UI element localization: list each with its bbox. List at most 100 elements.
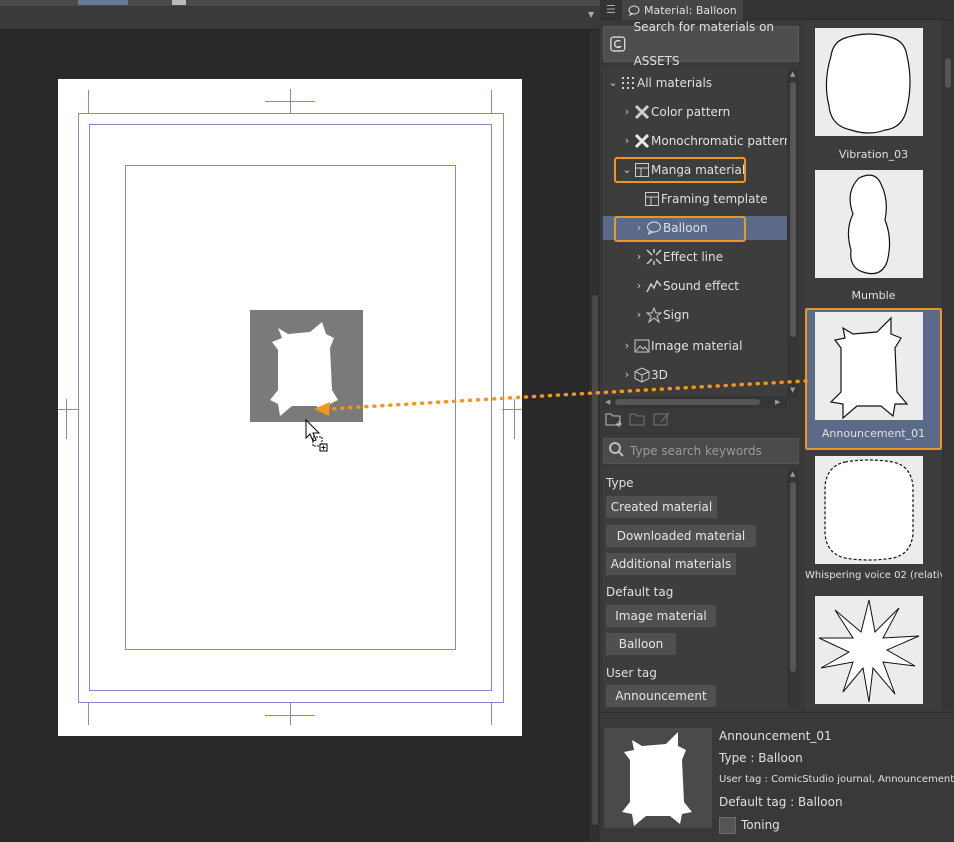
tree-item-label: Effect line [663, 250, 724, 264]
tree-item-label: Framing template [661, 192, 768, 206]
announcement-balloon-icon [270, 322, 338, 416]
detail-default-tag: Default tag : Balloon [719, 795, 843, 809]
search-input[interactable] [630, 444, 795, 458]
delete-folder-icon[interactable] [629, 411, 647, 431]
chevron-down-icon[interactable]: ▼ [588, 10, 594, 19]
canvas-scrollbar[interactable] [588, 30, 600, 842]
scroll-down-icon[interactable]: ▼ [790, 386, 795, 394]
tree-item-label: Monochromatic pattern [651, 134, 792, 148]
tree-item-label: Image material [651, 339, 743, 353]
toning-label: Toning [741, 818, 780, 832]
chevron-right-icon[interactable]: › [633, 274, 645, 298]
material-thumbnail [815, 28, 923, 136]
sign-icon [645, 307, 663, 323]
material-thumbnail [815, 170, 923, 278]
tag-downloaded-material[interactable]: Downloaded material [606, 525, 756, 547]
crop-mark [290, 703, 291, 725]
tag-announcement[interactable]: Announcement [606, 685, 716, 707]
material-tree: ⌄ All materials › Color pattern › Monoch… [603, 68, 791, 398]
material-item-announcement-01[interactable]: Announcement_01 [805, 308, 942, 450]
scrollbar-thumb[interactable] [615, 399, 760, 405]
toolbar-tab-active[interactable] [78, 0, 128, 5]
material-thumbnails: Vibration_03 Mumble Announcement_01 Whis… [805, 20, 942, 710]
crop-mark [514, 399, 515, 439]
tree-item-sign[interactable]: › Sign [633, 303, 689, 327]
chevron-right-icon[interactable]: › [621, 100, 633, 124]
tree-item-framing-template[interactable]: Framing template [643, 187, 768, 211]
top-toolbar: ▼ [0, 0, 600, 30]
scrollbar-thumb[interactable] [790, 482, 796, 672]
scrollbar-thumb[interactable] [592, 295, 598, 825]
crop-mark [265, 715, 315, 716]
tags-scrollbar[interactable]: ▲ [787, 468, 799, 708]
chevron-right-icon[interactable]: › [633, 303, 645, 327]
menu-icon[interactable]: ☰ [606, 3, 616, 16]
tag-heading-user: User tag [606, 666, 657, 680]
scroll-up-icon[interactable]: ▲ [790, 70, 795, 78]
material-label: Vibration_03 [838, 148, 909, 161]
crop-mark [66, 399, 67, 439]
tag-image-material[interactable]: Image material [606, 605, 716, 627]
tree-item-effect-line[interactable]: › Effect line [633, 245, 723, 269]
color-pattern-icon [633, 104, 651, 120]
edit-icon[interactable] [653, 411, 671, 431]
detail-thumbnail [604, 728, 712, 828]
assets-logo-icon [610, 36, 626, 52]
scroll-right-icon[interactable]: ▶ [775, 398, 780, 406]
search-icon [608, 441, 624, 461]
tree-hscrollbar[interactable]: ◀ ▶ [603, 396, 787, 408]
chevron-down-icon[interactable]: ⌄ [607, 71, 619, 95]
toning-checkbox[interactable] [719, 817, 736, 834]
material-label: Whispering voice 02 (relative) [805, 570, 942, 581]
tree-item-label: Sign [663, 308, 690, 322]
scroll-left-icon[interactable]: ◀ [605, 398, 610, 406]
tree-item-image-material[interactable]: › Image material [621, 334, 743, 358]
effect-line-icon [645, 249, 663, 265]
tree-item-3d[interactable]: › 3D [621, 363, 668, 387]
tree-item-sound-effect[interactable]: › Sound effect [633, 274, 739, 298]
scrollbar-thumb[interactable] [945, 58, 951, 88]
toolbar-tab[interactable] [172, 0, 186, 5]
chevron-right-icon[interactable]: › [621, 129, 633, 153]
highlight-balloon [614, 216, 746, 242]
keyword-search[interactable] [603, 438, 799, 464]
thumbnails-scrollbar[interactable] [942, 20, 954, 710]
drag-cursor-icon [304, 418, 330, 456]
tree-item-label: Color pattern [651, 105, 731, 119]
tag-heading-default: Default tag [606, 585, 674, 599]
tree-item-label: Sound effect [663, 279, 739, 293]
new-folder-icon[interactable] [605, 411, 623, 431]
tag-balloon[interactable]: Balloon [606, 633, 676, 655]
search-assets-button[interactable]: Search for materials on ASSETS [603, 20, 799, 68]
tree-scrollbar[interactable]: ▲ ▼ [787, 68, 799, 398]
chevron-right-icon[interactable]: › [621, 363, 633, 387]
tree-item-label: All materials [637, 76, 713, 90]
chevron-right-icon[interactable]: › [633, 245, 645, 269]
crop-mark [491, 90, 492, 114]
crop-mark [58, 409, 78, 410]
tag-additional-materials[interactable]: Additional materials [606, 553, 736, 575]
material-item[interactable]: Vibration_03 [805, 24, 942, 164]
material-item[interactable]: Mumble [805, 166, 942, 306]
tree-item-color-pattern[interactable]: › Color pattern [621, 100, 730, 124]
balloon-drag-preview[interactable] [250, 310, 363, 422]
detail-user-tag: User tag : ComicStudio journal, Announce… [719, 774, 954, 785]
highlight-manga-material [614, 157, 746, 183]
tag-created-material[interactable]: Created material [606, 496, 717, 518]
scroll-up-icon[interactable]: ▲ [790, 470, 795, 478]
material-item[interactable]: Whispering voice 02 (relative) [805, 452, 942, 592]
tree-item-monochromatic-pattern[interactable]: › Monochromatic pattern [621, 129, 791, 153]
tag-list: Type Created material Downloaded materia… [603, 468, 787, 708]
crop-mark [88, 90, 89, 114]
tag-heading-type: Type [606, 476, 634, 490]
material-detail: Announcement_01 Type : Balloon User tag … [600, 712, 954, 842]
mono-pattern-icon [633, 133, 651, 149]
chevron-right-icon[interactable]: › [621, 334, 633, 358]
crop-mark [88, 703, 89, 725]
scrollbar-thumb[interactable] [790, 82, 796, 337]
crop-mark [502, 409, 522, 410]
material-item[interactable] [805, 594, 942, 710]
tree-item-label: 3D [651, 368, 668, 382]
tree-item-all-materials[interactable]: ⌄ All materials [607, 71, 712, 95]
image-icon [633, 339, 651, 353]
